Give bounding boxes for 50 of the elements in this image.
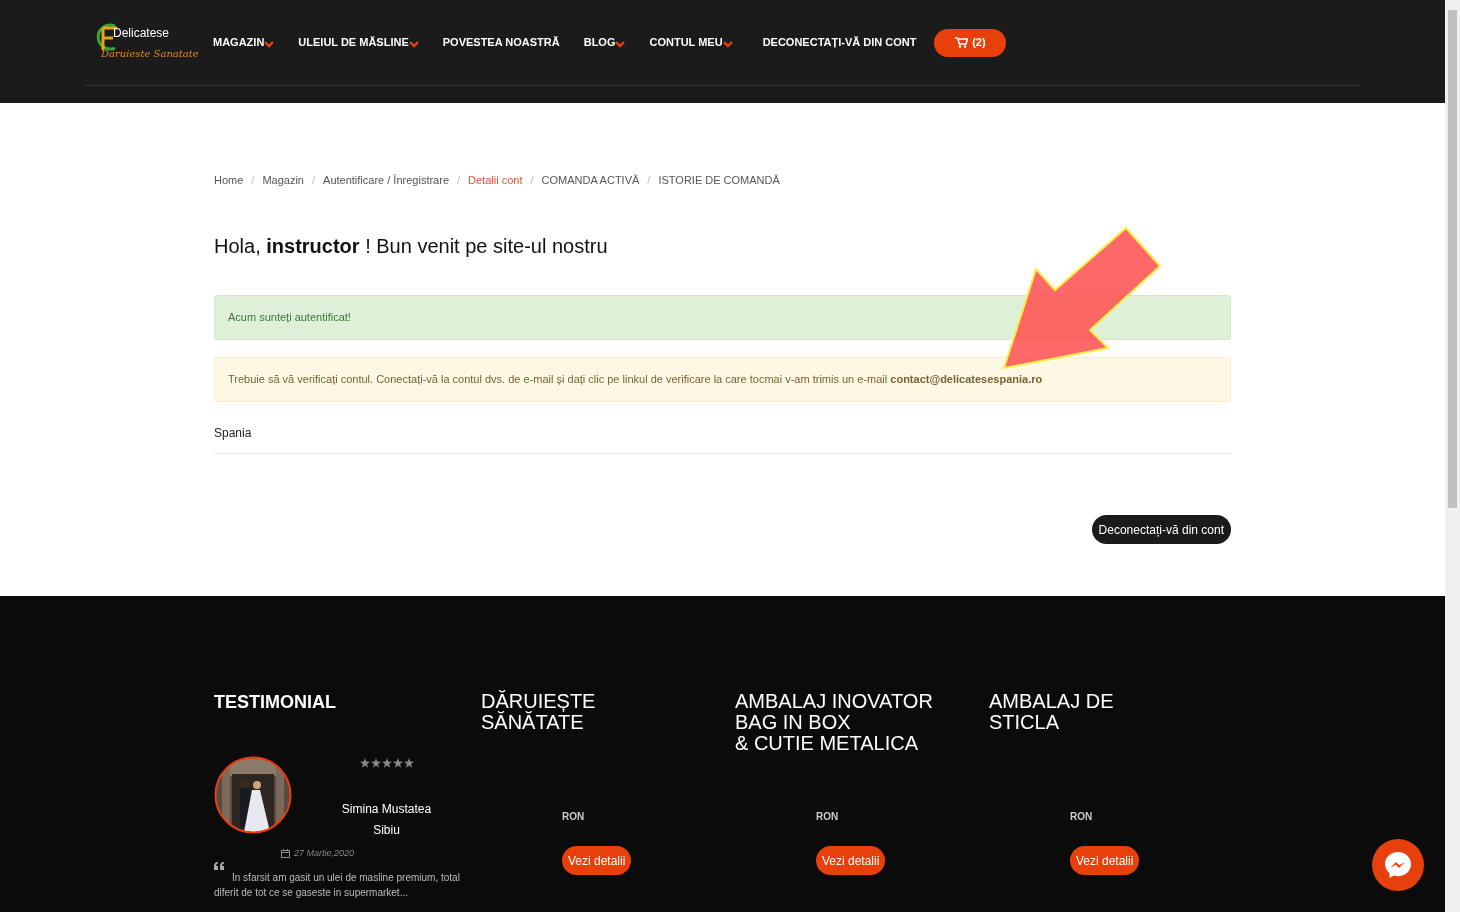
breadcrumb-link[interactable]: ISTORIE DE COMANDĂ: [658, 171, 780, 189]
nav-link[interactable]: BLOG: [583, 34, 626, 51]
alert-message: Trebuie să vă verificați contul. Conectați-vă la contul dvs. de e-mail și dați clic pe linkul de verificare la care tocmai v-am trimis un e-mail contact@delicatesespania.ro: [228, 372, 1043, 388]
welcome-heading: Hola, instructor ! Bun venit pe site-ul nostru: [214, 234, 609, 259]
cart-icon: [955, 37, 969, 48]
nav-link[interactable]: CONTUL MEU: [649, 34, 733, 51]
breadcrumb-separator: /: [457, 172, 461, 188]
scrollbar[interactable]: [1445, 0, 1460, 912]
logo-name: Delicatese: [113, 26, 170, 39]
details-button[interactable]: Vezi detalii: [562, 846, 632, 875]
star-icon: [370, 757, 381, 768]
breadcrumb-link[interactable]: Detalii cont: [468, 171, 523, 189]
details-button[interactable]: Vezi detalii: [816, 846, 886, 875]
logout-button[interactable]: Deconectați-vă din cont: [1091, 515, 1231, 544]
product-title: DĂRUIEȘTE SĂNĂTATE: [481, 691, 597, 735]
review-date: 27 Martie,2020: [293, 846, 354, 860]
testimonial-heading: TESTIMONIAL: [214, 691, 337, 714]
logo-tagline: Daruieste Sanatate: [101, 48, 199, 59]
star-icon: [392, 757, 403, 768]
breadcrumb-link[interactable]: Magazin: [262, 171, 304, 189]
breadcrumb-separator: /: [530, 172, 534, 188]
chat-icon: [1383, 850, 1413, 880]
product-title: AMBALAJ DE STICLA: [989, 691, 1115, 735]
breadcrumb-separator: /: [251, 172, 255, 188]
nav-link[interactable]: DECONECTAȚI-VĂ DIN CONT: [762, 34, 917, 51]
price-currency: RON: [562, 810, 586, 824]
testimonial-quote: In sfarsit am gasit un ulei de masline premium, total diferit de tot ce se gaseste in supermarket...: [214, 871, 461, 900]
price-currency: RON: [1070, 810, 1094, 824]
product-title: AMBALAJ INOVATOR BAG IN BOX & CUTIE METALICA: [735, 691, 934, 756]
breadcrumb-link[interactable]: Home: [214, 171, 244, 189]
star-icon: [381, 757, 392, 768]
breadcrumb-link[interactable]: Autentificare / Înregistrare: [323, 171, 449, 189]
star-icon: [403, 757, 414, 768]
breadcrumb-separator: /: [647, 172, 651, 188]
nav-link[interactable]: POVESTEA NOASTRĂ: [442, 34, 560, 51]
alert-message: Acum sunteți autentificat!: [228, 310, 351, 326]
calendar-icon: [280, 848, 290, 858]
breadcrumb-separator: /: [312, 172, 316, 188]
breadcrumb-link[interactable]: COMANDA ACTIVĂ: [541, 171, 640, 189]
price-currency: RON: [816, 810, 840, 824]
reviewer-name: Simina Mustatea: [341, 800, 432, 818]
nav-link[interactable]: MAGAZIN: [213, 34, 275, 51]
reviewer-city: Sibiu: [373, 821, 400, 839]
details-button[interactable]: Vezi detalii: [1070, 846, 1140, 875]
quote-icon: [214, 862, 224, 870]
cart-button[interactable]: (2): [934, 28, 1007, 57]
site-logo[interactable]: Delicatese Daruieste Sanatate: [93, 15, 201, 70]
country-text: Spania: [214, 426, 252, 440]
star-icon: [359, 757, 370, 768]
nav-link[interactable]: ULEIUL DE MĂSLINE: [298, 34, 419, 51]
